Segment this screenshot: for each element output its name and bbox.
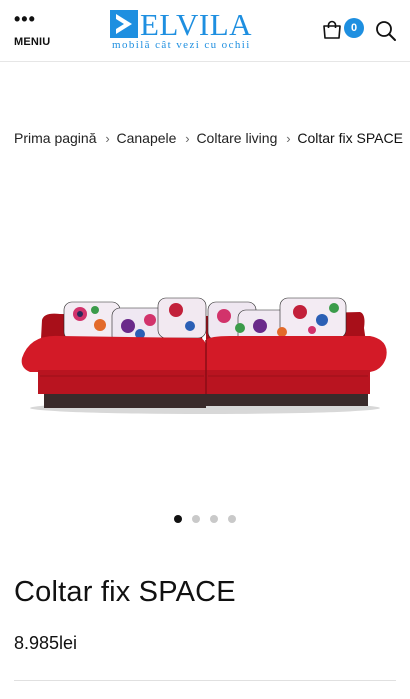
gallery-dot-2[interactable] <box>192 515 200 523</box>
product-gallery[interactable] <box>0 180 410 500</box>
cart-button[interactable]: 0 <box>322 18 364 44</box>
breadcrumb: Prima pagină › Canapele › Coltare living… <box>14 128 403 148</box>
gallery-pagination <box>174 515 236 525</box>
breadcrumb-current: Coltar fix SPACE <box>297 130 403 146</box>
site-header: ••• MENIU ELVILA mobilă cât vezi cu ochi… <box>0 0 410 62</box>
product-title: Coltar fix SPACE <box>14 576 236 608</box>
breadcrumb-link-home[interactable]: Prima pagină <box>14 130 97 146</box>
menu-label: MENIU <box>14 36 51 48</box>
gallery-dot-4[interactable] <box>228 515 236 523</box>
gallery-dot-1[interactable] <box>174 515 182 523</box>
menu-button[interactable]: ••• MENIU <box>14 9 54 52</box>
search-icon[interactable] <box>375 20 397 42</box>
shopping-bag-icon <box>323 20 341 39</box>
chevron-right-icon: › <box>105 130 110 146</box>
logo-text: ELVILA <box>140 7 253 42</box>
divider <box>14 680 396 681</box>
more-dots-icon: ••• <box>14 9 36 29</box>
logo-mark-icon <box>110 10 138 38</box>
logo-tagline: mobilă cât vezi cu ochii <box>112 39 251 51</box>
gallery-dot-3[interactable] <box>210 515 218 523</box>
product-image <box>21 297 387 414</box>
chevron-right-icon: › <box>286 130 291 146</box>
product-price: 8.985lei <box>14 633 78 653</box>
cart-count-badge: 0 <box>344 18 364 38</box>
site-logo[interactable]: ELVILA mobilă cât vezi cu ochii <box>110 7 292 54</box>
breadcrumb-link-coltare-living[interactable]: Coltare living <box>196 130 277 146</box>
breadcrumb-link-canapele[interactable]: Canapele <box>117 130 177 146</box>
chevron-right-icon: › <box>185 130 190 146</box>
